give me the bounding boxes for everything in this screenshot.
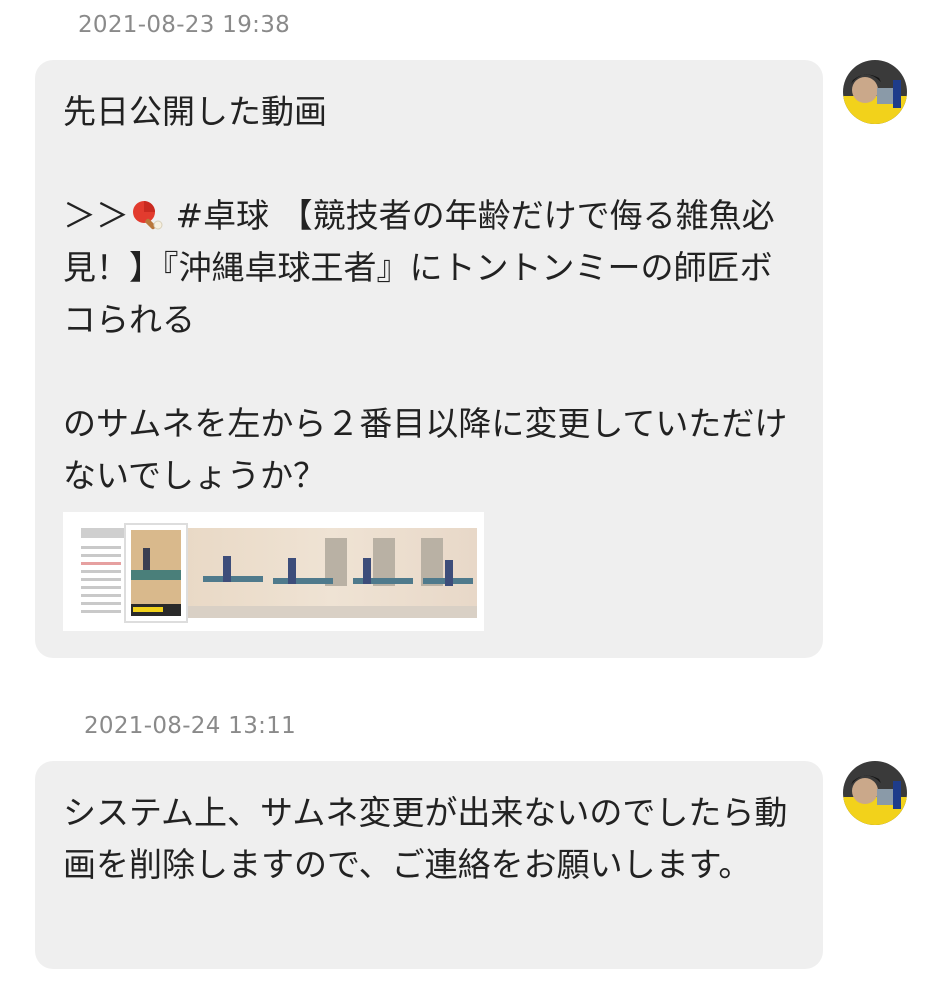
avatar-image: [843, 60, 907, 124]
message-text-video-title: #卓球 【競技者の年齢だけで侮る雑魚必見！】『沖縄卓球王者』にトントンミーの師匠…: [63, 196, 775, 339]
message-timestamp: 2021-08-23 19:38: [78, 12, 291, 38]
chat-thread: 2021-08-23 19:38 先日公開した動画 ＞＞ #卓球 【競技者の年齢…: [0, 0, 930, 999]
thumbnail-image: [63, 512, 484, 631]
message-text-prefix: ＞＞: [63, 196, 129, 235]
message-text: システム上、サムネ変更が出来ないのでしたら動画を削除しますので、ご連絡をお願いし…: [63, 793, 788, 884]
message-text-title: ＞＞ #卓球 【競技者の年齢だけで侮る雑魚必見！】『沖縄卓球王者』にトントンミー…: [63, 190, 795, 346]
avatar[interactable]: [843, 761, 907, 825]
ping-pong-icon: [133, 201, 163, 230]
avatar-image: [843, 761, 907, 825]
message-text-request: のサムネを左から２番目以降に変更していただけないでしょうか？: [63, 404, 788, 495]
message-text-line1: 先日公開した動画: [63, 92, 327, 131]
message-bubble[interactable]: システム上、サムネ変更が出来ないのでしたら動画を削除しますので、ご連絡をお願いし…: [35, 761, 823, 969]
message-spacer: [63, 346, 795, 398]
message-spacer: [63, 138, 795, 190]
message-bubble[interactable]: 先日公開した動画 ＞＞ #卓球 【競技者の年齢だけで侮る雑魚必見！】『沖縄卓球王…: [35, 60, 823, 658]
avatar[interactable]: [843, 60, 907, 124]
video-thumbnail-strip[interactable]: [63, 512, 484, 631]
message-timestamp: 2021-08-24 13:11: [84, 713, 297, 739]
